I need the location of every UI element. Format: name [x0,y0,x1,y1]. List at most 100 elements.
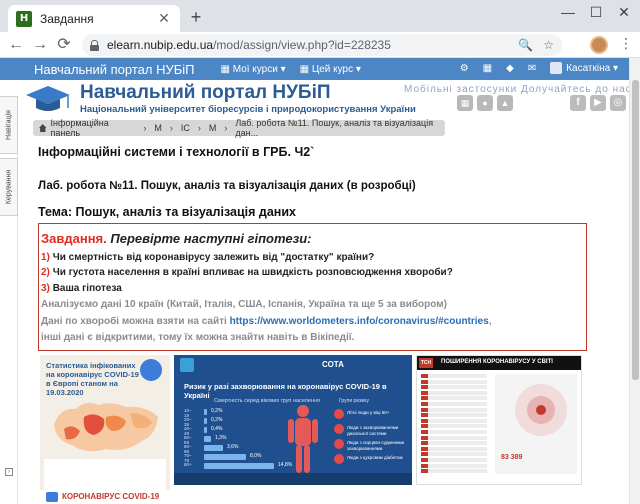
browser-toolbar: ← → ⟳ elearn.nubip.edu.ua/mod/assign/vie… [0,32,640,58]
country-flag-icon [421,452,428,457]
task-box: Завдання. Перевірте наступні гіпотези: 1… [38,223,587,351]
home-icon[interactable] [39,124,47,132]
infographic-world[interactable]: ТСН ПОШИРЕННЯ КОРОНАВІРУСУ У СВІТІ 83 38… [416,355,582,485]
windows-store-icon[interactable]: ▦ [457,95,473,111]
sota-brand: СОТА [322,360,344,369]
mortality-value: 0,4% [211,426,223,432]
breadcrumb-item-current: Лаб. робота №11. Пошук, аналіз та візуал… [235,118,434,138]
mortality-value: 8,0% [250,453,262,459]
breadcrumb-separator: › [169,123,173,133]
hypothesis-2: 2) Чи густота населення в країні впливає… [41,267,453,278]
ministry-logo-icon [180,358,194,372]
europe-map-icon [54,402,158,452]
country-row [421,385,487,390]
lock-icon[interactable] [90,39,99,51]
country-row [421,379,487,384]
zoom-icon[interactable]: 🔍 [518,38,533,52]
bookmark-star-icon[interactable]: ☆ [543,38,554,52]
human-figure-icon [288,405,318,473]
hypothesis-3: 3) Ваша гіпотеза [41,283,122,294]
breadcrumb-item-2[interactable]: М [154,123,162,133]
mortality-bar [204,463,274,469]
infographic-europe-footer [44,459,166,493]
mortality-bar [204,436,211,442]
url-text[interactable]: elearn.nubip.edu.ua/mod/assign/view.php?… [107,38,508,52]
navigation-tab[interactable]: Навігація [0,96,18,154]
infographic-risk[interactable]: СОТА Ризик у разі захворювання на корона… [174,355,412,485]
total-cases: 83 389 [501,454,523,461]
forward-icon[interactable]: → [30,35,50,55]
infographic-europe[interactable]: Статистика інфікованих на коронавірус CO… [40,355,170,495]
page-scrollbar[interactable] [629,58,640,504]
bell-icon[interactable]: ◆ [506,63,514,74]
apple-store-icon[interactable]: ● [477,95,493,111]
site-header: Навчальний портал НУБіП Національний уні… [0,80,640,118]
risk-text: Люди з серцево-судинними захворюваннями [347,440,405,451]
navbar-brand[interactable]: Навчальний портал НУБіП [34,62,194,77]
other-data-text: інші дані є відкритими, тому їх можна зн… [41,332,355,343]
breadcrumb-item-3[interactable]: ІС [181,123,190,133]
facebook-icon[interactable]: f [570,95,586,111]
minimize-icon[interactable]: — [556,4,580,20]
country-flag-icon [421,441,428,446]
breadcrumb-item-4[interactable]: М [209,123,217,133]
navbar-right: ⚙ ▦ ◆ ✉ Касаткіна ▾ [460,62,618,74]
close-window-icon[interactable]: ✕ [612,4,636,21]
chat-icon[interactable]: ✉ [528,63,536,74]
site-favicon-icon: H [16,10,32,27]
back-icon[interactable]: ← [6,35,26,55]
country-row [421,441,487,446]
hypothesis-1: 1) Чи смертність від коронавірусу залежи… [41,252,375,263]
country-flag-icon [421,390,428,395]
topic-title: Тема: Пошук, аналіз та візуалізація дани… [38,205,296,219]
maximize-icon[interactable]: ☐ [584,4,608,21]
covid-bottom-label: КОРОНАВІРУС COVID-19 [62,492,160,501]
mortality-value: 0,2% [211,417,223,423]
reload-icon[interactable]: ⟳ [54,35,74,55]
country-row [421,407,487,412]
new-tab-button[interactable]: + [186,8,206,26]
worldometers-link[interactable]: https://www.worldometers.info/coronaviru… [230,316,489,327]
mortality-value: 0,2% [211,408,223,414]
assignment-title: Лаб. робота №11. Пошук, аналіз та візуал… [38,180,416,192]
admin-tab-label: Керування [5,169,12,205]
country-row [421,446,487,451]
profile-avatar[interactable] [590,36,608,54]
address-bar[interactable]: elearn.nubip.edu.ua/mod/assign/view.php?… [82,34,562,56]
user-menu[interactable]: Касаткіна ▾ [550,62,618,74]
country-flag-icon [421,379,428,384]
risk-text: Люди з захворюваннями дихальної системи [347,425,399,436]
country-flag-icon [421,401,428,406]
youtube-icon[interactable]: ▶ [590,95,606,111]
country-row [421,374,487,378]
admin-tab[interactable]: Керування [0,158,18,216]
mortality-bar [204,454,246,460]
browser-menu-icon[interactable]: ⋮ [618,35,634,52]
country-row [421,435,487,440]
settings-icon[interactable]: ⚙ [460,63,469,74]
breadcrumb-item-dashboard[interactable]: Інформаційна панель [51,118,136,138]
browser-tab-strip: H Завдання ✕ + — ☐ ✕ [0,0,640,32]
this-course-menu[interactable]: ▦ Цей курс ▾ [300,64,361,75]
mortality-value: 1,3% [215,435,227,441]
portal-title[interactable]: Навчальний портал НУБіП [80,82,331,104]
country-flag-icon [421,374,428,378]
country-flag-icon [421,407,428,412]
scrollbar-thumb[interactable] [632,80,639,380]
tab-close-icon[interactable]: ✕ [156,10,172,27]
viber-icon[interactable]: ◎ [610,95,626,111]
data-source-text: Дані по хворобі можна взяти на сайті htt… [41,316,492,327]
mortality-bar [204,418,207,424]
browser-tab[interactable]: H Завдання ✕ [8,5,180,32]
my-courses-menu[interactable]: ▦ Мої курси ▾ [220,64,285,75]
grid-icon[interactable]: ▦ [483,63,492,74]
risk-icon [334,439,344,449]
country-flag-icon [421,385,428,390]
country-flag-icon [421,424,428,429]
collapse-icon[interactable]: › [5,468,13,476]
graduation-cap-icon[interactable] [24,84,72,116]
risk-text: Люди з цукровим діабетом [347,455,403,460]
navigation-tab-label: Навігація [5,110,12,140]
risk-icon [334,424,344,434]
android-store-icon[interactable]: ▲ [497,95,513,111]
